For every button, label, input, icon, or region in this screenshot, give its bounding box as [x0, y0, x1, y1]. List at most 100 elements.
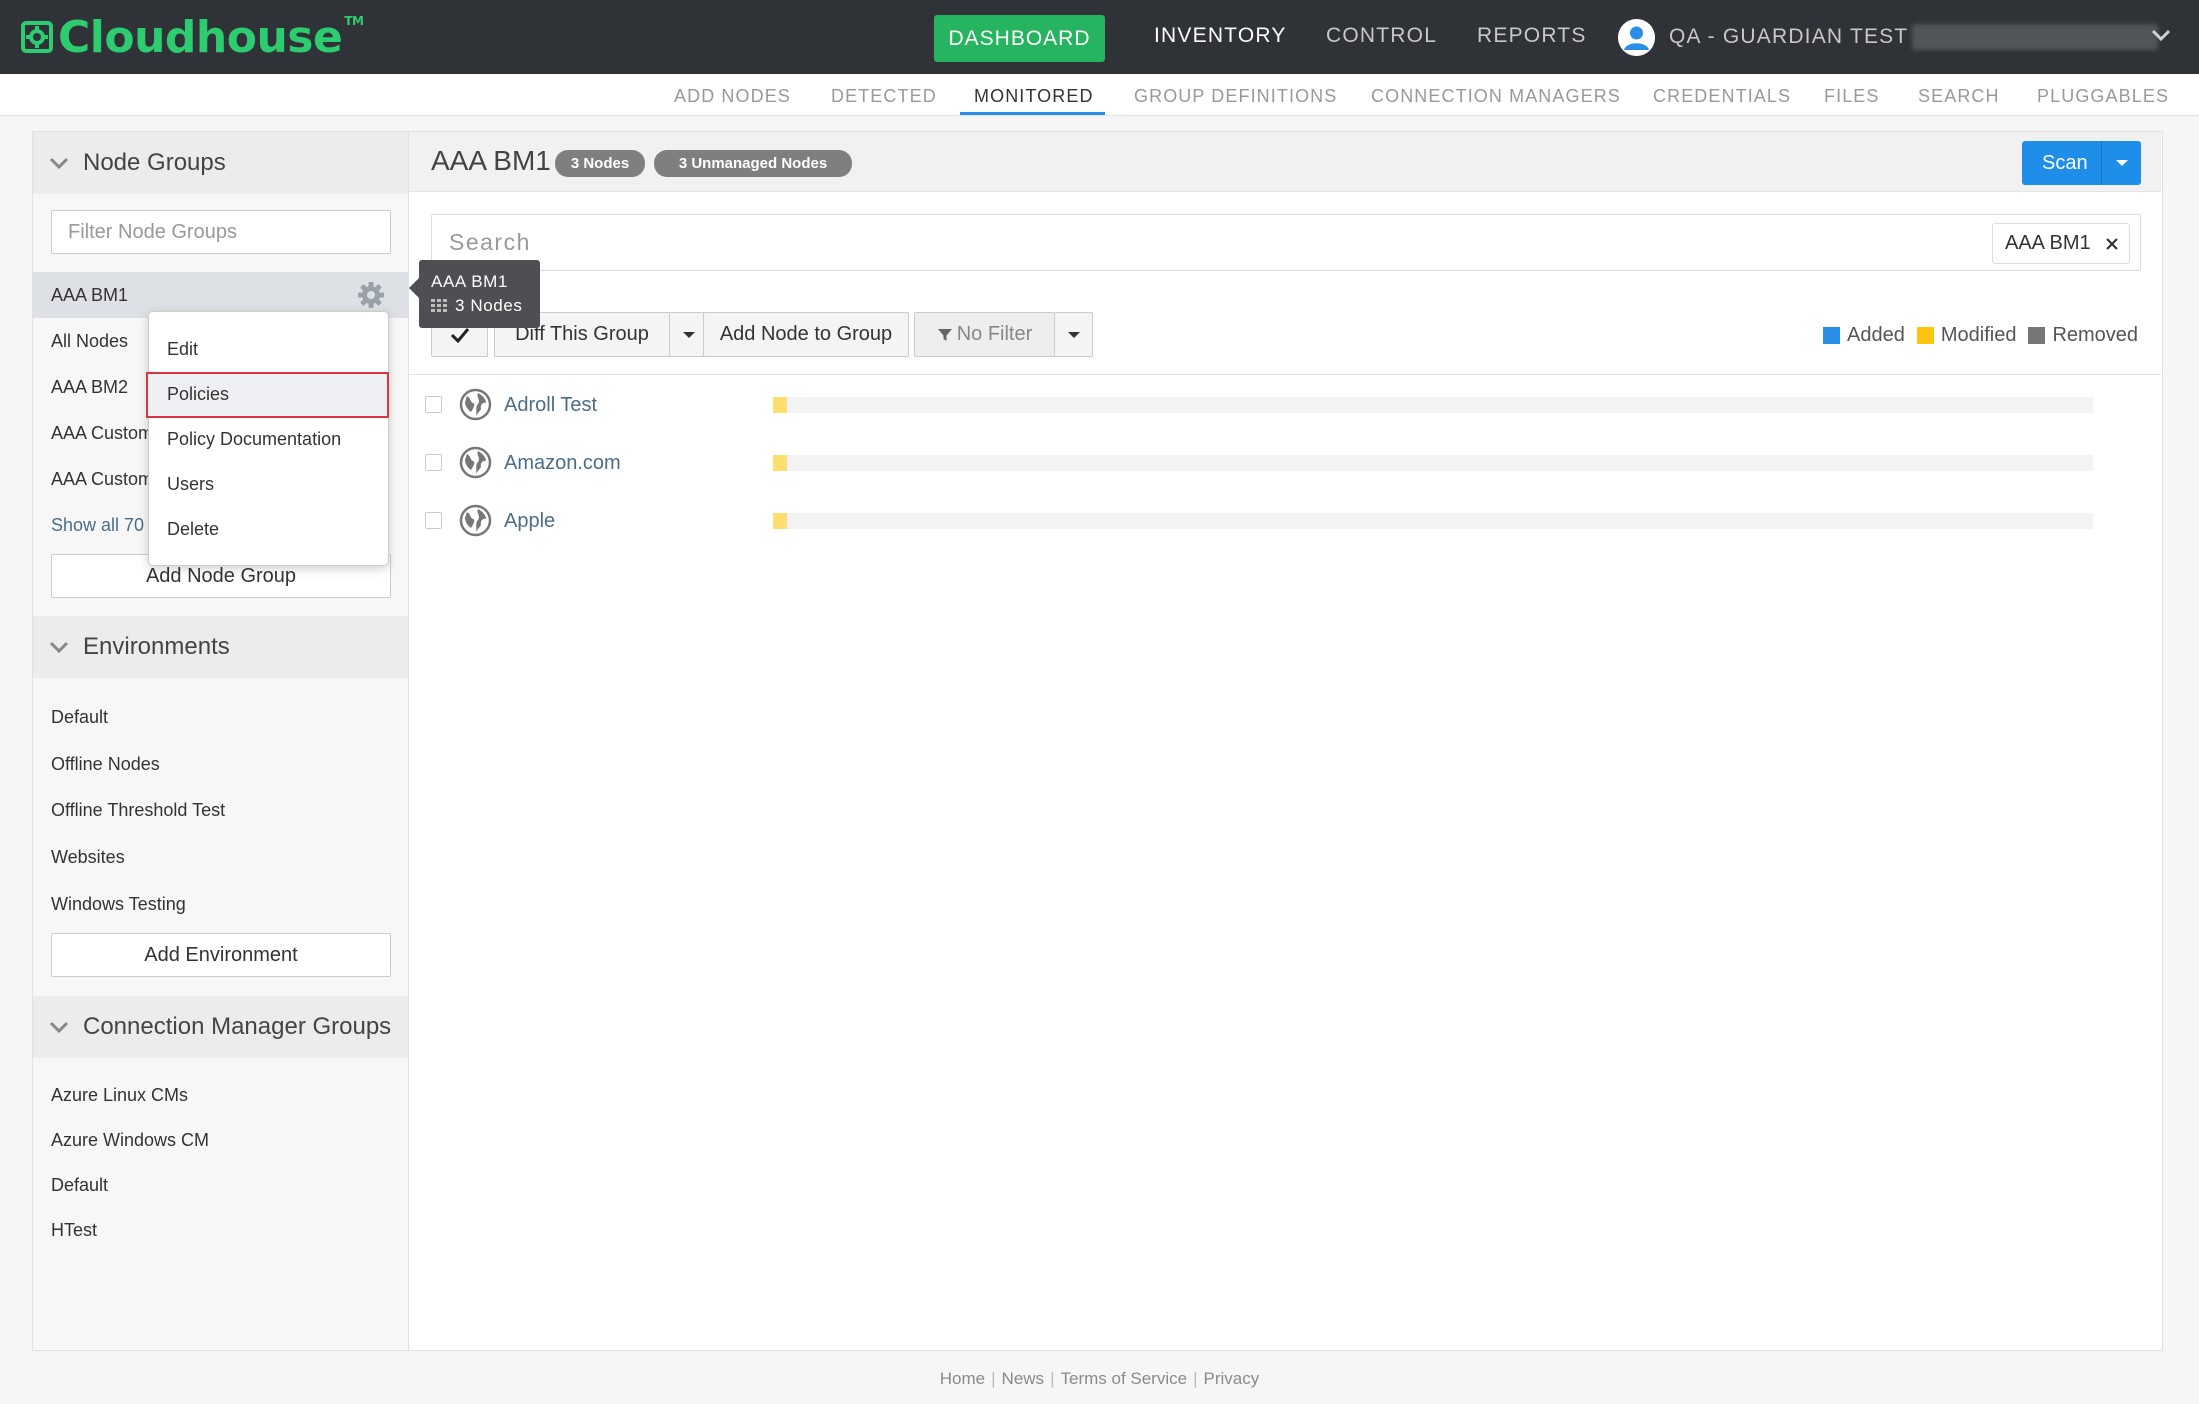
dashboard-button[interactable]: DASHBOARD — [934, 15, 1105, 62]
subnav-connection-managers[interactable]: CONNECTION MANAGERS — [1371, 86, 1621, 107]
checkmark-icon — [450, 327, 469, 343]
group-context-menu: Edit Policies Policy Documentation Users… — [146, 311, 389, 566]
environment-item[interactable]: Offline Threshold Test — [51, 800, 225, 821]
menu-item-policies[interactable]: Policies — [167, 384, 229, 405]
node-groups-header[interactable]: Node Groups — [33, 132, 408, 194]
change-bar-track — [773, 513, 2093, 529]
sub-nav: ADD NODES DETECTED MONITORED GROUP DEFIN… — [0, 74, 2199, 116]
subnav-add-nodes[interactable]: ADD NODES — [674, 86, 791, 107]
change-bar-track — [773, 397, 2093, 413]
cm-groups-title: Connection Manager Groups — [83, 1013, 392, 1040]
user-name: QA - GUARDIAN TEST — [1669, 25, 1909, 48]
menu-item-delete[interactable]: Delete — [167, 519, 219, 540]
tooltip-title: AAA BM1 — [431, 272, 508, 291]
group-tooltip: AAA BM1 3 Nodes — [409, 260, 540, 328]
environments-title: Environments — [83, 633, 230, 660]
menu-item-users[interactable]: Users — [167, 474, 214, 495]
environment-item[interactable]: Default — [51, 707, 108, 728]
search-input[interactable] — [433, 216, 1933, 269]
menu-item-edit[interactable]: Edit — [167, 339, 198, 360]
nav-control[interactable]: CONTROL — [1326, 24, 1437, 48]
chevron-down-icon[interactable] — [2150, 24, 2172, 46]
added-swatch — [1823, 327, 1840, 344]
scan-divider — [2101, 141, 2102, 185]
group-header: AAA BM1 3 Nodes 3 Unmanaged Nodes Scan — [409, 132, 2161, 192]
legend-added: Added — [1847, 324, 1905, 346]
menu-item-policy-documentation[interactable]: Policy Documentation — [167, 429, 341, 450]
removed-swatch — [2028, 327, 2046, 344]
table-row[interactable]: Apple — [409, 492, 2161, 550]
environment-item[interactable]: Windows Testing — [51, 894, 186, 915]
tooltip-count: 3 Nodes — [455, 296, 523, 315]
cm-group-item[interactable]: HTest — [51, 1220, 97, 1241]
filter-node-groups-input[interactable] — [51, 210, 391, 254]
no-filter-button[interactable]: No Filter — [914, 312, 1055, 357]
environments-header[interactable]: Environments — [33, 616, 408, 678]
unmanaged-nodes-badge: 3 Unmanaged Nodes — [654, 150, 852, 177]
nav-inventory[interactable]: INVENTORY — [1154, 24, 1287, 48]
footer-privacy-link[interactable]: Privacy — [1204, 1369, 1260, 1388]
legend-modified: Modified — [1940, 324, 2017, 346]
cm-group-item[interactable]: Azure Windows CM — [51, 1130, 209, 1151]
user-avatar-icon — [1618, 18, 1655, 56]
subnav-detected[interactable]: DETECTED — [831, 86, 937, 107]
node-group-item[interactable]: AAA BM2 — [51, 377, 128, 398]
cloudhouse-logo[interactable]: Cloudhouse TM — [20, 10, 364, 64]
add-node-to-group-button[interactable]: Add Node to Group — [703, 312, 909, 357]
gear-icon[interactable] — [356, 280, 386, 310]
globe-icon — [459, 388, 492, 421]
row-checkbox[interactable] — [425, 396, 442, 413]
environment-item[interactable]: Offline Nodes — [51, 754, 160, 775]
logo-gear-icon — [21, 21, 53, 53]
node-group-item[interactable]: AAA Custom — [51, 423, 153, 444]
modified-swatch — [1916, 327, 1934, 344]
change-bar-modified — [773, 455, 787, 471]
footer-terms-link[interactable]: Terms of Service — [1060, 1369, 1187, 1388]
node-name-link[interactable]: Apple — [504, 510, 555, 533]
legend-removed: Removed — [2052, 324, 2139, 346]
table-row[interactable]: Adroll Test — [409, 376, 2161, 434]
subnav-group-definitions[interactable]: GROUP DEFINITIONS — [1134, 86, 1337, 107]
user-menu[interactable]: QA - GUARDIAN TEST — [1618, 18, 2159, 56]
caret-down-icon[interactable] — [2116, 160, 2128, 166]
node-groups-title: Node Groups — [83, 149, 226, 176]
subnav-pluggables[interactable]: PLUGGABLES — [2037, 86, 2169, 107]
footer-news-link[interactable]: News — [1002, 1369, 1045, 1388]
add-environment-button[interactable]: Add Environment — [51, 933, 391, 977]
search-filter-tag[interactable]: AAA BM1 — [1992, 223, 2130, 264]
cm-groups-header[interactable]: Connection Manager Groups — [33, 996, 408, 1058]
cm-group-item[interactable]: Default — [51, 1175, 108, 1196]
nav-reports[interactable]: REPORTS — [1477, 24, 1587, 48]
subnav-credentials[interactable]: CREDENTIALS — [1653, 86, 1791, 107]
no-filter-label: No Filter — [956, 323, 1033, 345]
change-bar-modified — [773, 397, 787, 413]
search-tag-label: AAA BM1 — [2005, 232, 2091, 254]
node-group-item[interactable]: AAA Custom — [51, 469, 153, 490]
chevron-down-icon — [49, 1021, 69, 1034]
grid-icon — [431, 299, 447, 312]
close-icon[interactable] — [2105, 237, 2119, 251]
cm-group-item[interactable]: Azure Linux CMs — [51, 1085, 188, 1106]
subnav-monitored[interactable]: MONITORED — [974, 86, 1094, 107]
node-name-link[interactable]: Adroll Test — [504, 394, 597, 417]
subnav-files[interactable]: FILES — [1824, 86, 1880, 107]
chevron-down-icon — [49, 641, 69, 654]
scan-button-label: Scan — [2042, 152, 2088, 174]
row-checkbox[interactable] — [425, 512, 442, 529]
node-group-item[interactable]: All Nodes — [51, 331, 128, 352]
footer-separator: | — [1193, 1369, 1198, 1388]
show-all-node-groups-link[interactable]: Show all 70 — [51, 515, 144, 536]
row-checkbox[interactable] — [425, 454, 442, 471]
subnav-search[interactable]: SEARCH — [1918, 86, 2000, 107]
filter-icon — [937, 328, 952, 341]
globe-icon — [459, 504, 492, 537]
filter-dropdown-button[interactable] — [1054, 312, 1093, 357]
table-row[interactable]: Amazon.com — [409, 434, 2161, 492]
change-bar-modified — [773, 513, 787, 529]
environment-item[interactable]: Websites — [51, 847, 125, 868]
scan-button[interactable]: Scan — [2022, 141, 2141, 185]
node-group-item[interactable]: AAA BM1 — [51, 285, 128, 306]
globe-icon — [459, 446, 492, 479]
node-name-link[interactable]: Amazon.com — [504, 452, 621, 475]
footer-home-link[interactable]: Home — [940, 1369, 985, 1388]
